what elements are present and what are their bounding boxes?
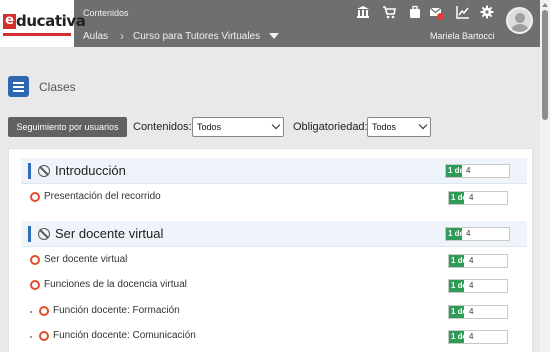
menu-line — [13, 90, 24, 92]
section-row[interactable]: Introducción 1 de 4 — [21, 158, 527, 184]
scroll-thumb[interactable] — [542, 10, 548, 120]
contents-label: Contenidos: — [133, 121, 192, 133]
progress-text: 1 de 4 — [451, 281, 474, 290]
sub-item-bullet — [30, 336, 32, 338]
breadcrumb: Aulas › Curso para Tutores Virtuales — [83, 29, 280, 43]
item-title[interactable]: Ser docente virtual — [44, 254, 127, 265]
logo-text: ducativa — [16, 12, 86, 30]
progress-bar: 1 de 4 — [448, 330, 508, 344]
institution-icon[interactable] — [356, 5, 370, 19]
scroll-up-arrow[interactable] — [542, 3, 548, 7]
pending-circle-icon — [30, 280, 40, 290]
not-allowed-icon — [38, 165, 50, 177]
chevron-down-icon — [418, 120, 428, 130]
pending-circle-icon — [39, 306, 49, 316]
unread-indicator — [437, 13, 444, 20]
tracking-by-users-button[interactable]: Seguimiento por usuarios — [8, 117, 127, 137]
item-title[interactable]: Presentación del recorrido — [44, 191, 161, 202]
avatar-head — [515, 13, 525, 23]
progress-text: 1 de 4 — [451, 307, 474, 316]
pending-circle-icon — [30, 192, 40, 202]
page-title: Clases — [39, 80, 76, 94]
mandatory-select-value: Todos — [372, 122, 397, 132]
list-item[interactable]: Presentación del recorrido 1 de 4 — [21, 191, 527, 205]
not-allowed-icon — [38, 228, 50, 240]
logo-mark: e — [3, 14, 16, 29]
list-item[interactable]: Función docente: Formación 1 de 4 — [21, 305, 527, 319]
progress-bar: 1 de 4 — [445, 227, 510, 241]
progress-text: 1 de 4 — [448, 229, 471, 238]
section-title: Ser docente virtual — [55, 226, 164, 241]
chevron-right-icon: › — [120, 29, 125, 43]
breadcrumb-aulas[interactable]: Aulas — [83, 31, 108, 42]
progress-text: 1 de 4 — [451, 332, 474, 341]
stats-icon[interactable] — [456, 5, 470, 19]
hamburger-menu-button[interactable] — [8, 76, 29, 97]
user-avatar[interactable] — [506, 7, 533, 34]
chevron-down-icon[interactable] — [269, 33, 280, 39]
mail-icon[interactable] — [429, 5, 444, 20]
logo-underline — [3, 33, 71, 36]
item-title[interactable]: Funciones de la docencia virtual — [44, 279, 187, 290]
gear-icon[interactable] — [480, 5, 494, 19]
list-item[interactable]: Función docente: Comunicación 1 de 4 — [21, 330, 527, 344]
menu-line — [13, 86, 24, 88]
pending-circle-icon — [39, 331, 49, 341]
progress-bar: 1 de 4 — [448, 191, 508, 205]
menu-line — [13, 82, 24, 84]
section-title: Introducción — [55, 163, 126, 178]
progress-text: 1 de 4 — [451, 193, 474, 202]
section-accent-bar — [28, 226, 31, 242]
list-item[interactable]: Ser docente virtual 1 de 4 — [21, 254, 527, 268]
page-scrollbar[interactable] — [540, 0, 550, 352]
item-title[interactable]: Función docente: Comunicación — [53, 330, 196, 341]
contents-select-value: Todos — [197, 122, 222, 132]
section-title: Contenidos — [83, 8, 129, 18]
mandatory-label: Obligatoriedad: — [293, 121, 368, 133]
progress-text: 1 de 4 — [448, 166, 471, 175]
cart-icon[interactable] — [382, 5, 396, 19]
sub-item-bullet — [30, 311, 32, 313]
chevron-down-icon — [271, 120, 281, 130]
section-row[interactable]: Ser docente virtual 1 de 4 — [21, 221, 527, 247]
avatar-body — [510, 24, 530, 32]
progress-bar: 1 de 4 — [445, 164, 510, 178]
section-accent-bar — [28, 163, 31, 179]
progress-bar: 1 de 4 — [448, 305, 508, 319]
educativa-logo[interactable]: e ducativa — [0, 0, 86, 47]
list-item[interactable]: Funciones de la docencia virtual 1 de 4 — [21, 279, 527, 293]
mandatory-select[interactable]: Todos — [367, 117, 431, 137]
top-navbar: e ducativa Contenidos Aulas › Curso para… — [0, 0, 540, 47]
contents-select[interactable]: Todos — [192, 117, 284, 137]
progress-text: 1 de 4 — [451, 256, 474, 265]
item-title[interactable]: Función docente: Formación — [53, 305, 180, 316]
progress-bar: 1 de 4 — [448, 279, 508, 293]
classes-panel: Introducción 1 de 4 Presentación del reco… — [8, 148, 533, 352]
pending-circle-icon — [30, 255, 40, 265]
briefcase-icon[interactable] — [408, 5, 422, 19]
progress-bar: 1 de 4 — [448, 254, 508, 268]
breadcrumb-course[interactable]: Curso para Tutores Virtuales — [133, 31, 260, 42]
user-name[interactable]: Mariela Bartocci — [430, 31, 495, 41]
